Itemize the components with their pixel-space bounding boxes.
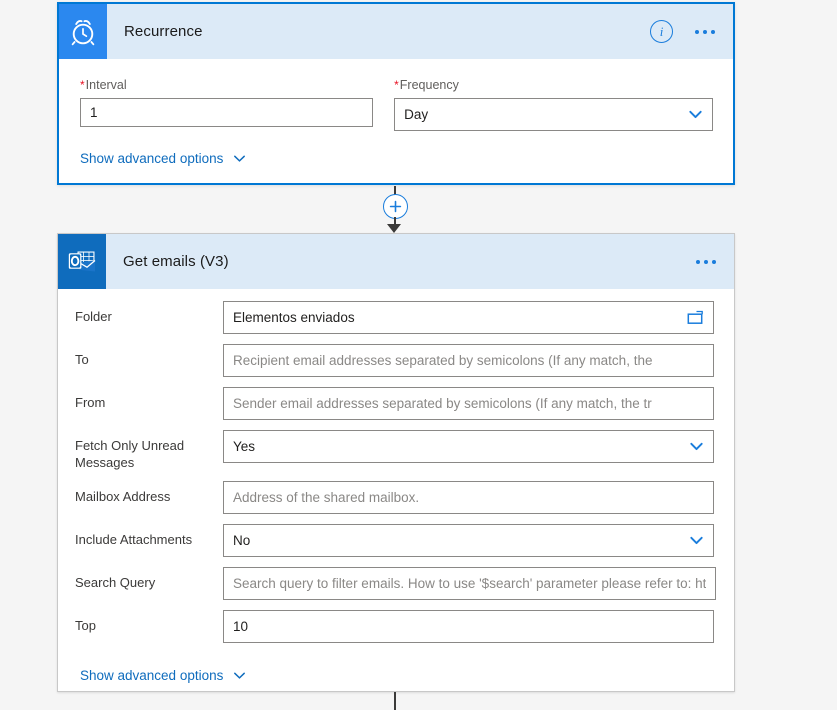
- get-emails-card-header[interactable]: Get emails (V3): [58, 234, 734, 289]
- recurrence-fields-row: *Interval 1 *Frequency Day: [80, 77, 713, 131]
- field-row-include-attachments: Include Attachments No: [58, 524, 734, 557]
- from-placeholder: Sender email addresses separated by semi…: [233, 396, 652, 411]
- get-emails-card-body: Folder Elementos enviados To Recipient e…: [58, 289, 734, 685]
- top-input[interactable]: 10: [223, 610, 714, 643]
- folder-icon[interactable]: [687, 310, 704, 325]
- field-row-top: Top 10: [58, 610, 734, 643]
- recurrence-advanced-label: Show advanced options: [80, 151, 224, 166]
- frequency-value: Day: [404, 107, 429, 122]
- frequency-label: *Frequency: [394, 78, 459, 92]
- frequency-dropdown[interactable]: Day: [394, 98, 713, 131]
- fetch-only-unread-messages-label: Fetch Only Unread Messages: [75, 438, 185, 470]
- mailbox-address-placeholder: Address of the shared mailbox.: [233, 490, 420, 505]
- interval-field-group: *Interval 1: [80, 77, 374, 131]
- from-label: From: [75, 395, 106, 410]
- folder-label: Folder: [75, 309, 112, 324]
- folder-input[interactable]: Elementos enviados: [223, 301, 714, 334]
- include-attachments-dropdown[interactable]: No: [223, 524, 714, 557]
- chevron-down-icon: [689, 533, 704, 548]
- folder-value: Elementos enviados: [233, 310, 355, 325]
- interval-input[interactable]: 1: [80, 98, 374, 127]
- chevron-down-icon: [688, 107, 703, 122]
- chevron-down-icon: [689, 439, 704, 454]
- required-indicator: *: [394, 78, 399, 92]
- mailbox-address-label: Mailbox Address: [75, 489, 171, 504]
- get-emails-advanced-label: Show advanced options: [80, 668, 224, 683]
- connector-arrow-icon: [387, 224, 401, 233]
- to-label: To: [75, 352, 89, 367]
- fetch-only-unread-messages-dropdown[interactable]: Yes: [223, 430, 714, 463]
- interval-value: 1: [90, 105, 98, 120]
- more-options-icon[interactable]: [693, 26, 717, 38]
- outlook-icon: [58, 234, 106, 289]
- get-emails-header-actions: [694, 234, 734, 289]
- field-row-mailbox-address: Mailbox Address Address of the shared ma…: [58, 481, 734, 514]
- recurrence-card-body: *Interval 1 *Frequency Day Show advanced…: [59, 59, 733, 168]
- recurrence-show-advanced-options[interactable]: Show advanced options: [80, 151, 247, 166]
- field-row-fetch-only-unread-messages: Fetch Only Unread Messages Yes: [58, 430, 734, 471]
- get-emails-card[interactable]: Get emails (V3) Folder Elementos enviado…: [57, 233, 735, 692]
- recurrence-card[interactable]: Recurrence i *Interval 1 *Frequency Day …: [57, 2, 735, 185]
- field-row-folder: Folder Elementos enviados: [58, 301, 734, 334]
- recurrence-card-header[interactable]: Recurrence i: [59, 4, 733, 59]
- recurrence-header-actions: i: [650, 4, 733, 59]
- include-attachments-value: No: [233, 533, 251, 548]
- info-icon[interactable]: i: [650, 20, 673, 43]
- frequency-field-group: *Frequency Day: [394, 77, 713, 131]
- search-query-label: Search Query: [75, 575, 156, 590]
- required-indicator: *: [80, 78, 85, 92]
- to-placeholder: Recipient email addresses separated by s…: [233, 353, 653, 368]
- connector-line-below: [394, 692, 396, 710]
- top-label: Top: [75, 618, 96, 633]
- more-options-icon[interactable]: [694, 256, 718, 268]
- field-row-search-query: Search Query Search query to filter emai…: [58, 567, 734, 600]
- include-attachments-label: Include Attachments: [75, 532, 193, 547]
- get-emails-show-advanced-options[interactable]: Show advanced options: [80, 668, 247, 683]
- alarm-clock-icon: [59, 4, 107, 59]
- top-value: 10: [233, 619, 249, 634]
- get-emails-card-title: Get emails (V3): [123, 253, 229, 270]
- from-input[interactable]: Sender email addresses separated by semi…: [223, 387, 714, 420]
- mailbox-address-input[interactable]: Address of the shared mailbox.: [223, 481, 714, 514]
- search-query-placeholder: Search query to filter emails. How to us…: [233, 576, 707, 591]
- interval-label: *Interval: [80, 78, 127, 92]
- chevron-down-icon: [232, 151, 247, 166]
- field-row-to: To Recipient email addresses separated b…: [58, 344, 734, 377]
- recurrence-card-title: Recurrence: [124, 23, 203, 40]
- search-query-input[interactable]: Search query to filter emails. How to us…: [223, 567, 717, 600]
- fetch-only-unread-messages-value: Yes: [233, 439, 256, 454]
- to-input[interactable]: Recipient email addresses separated by s…: [223, 344, 714, 377]
- flow-designer-canvas: Recurrence i *Interval 1 *Frequency Day …: [0, 0, 837, 710]
- add-step-button[interactable]: [383, 194, 408, 219]
- chevron-down-icon: [232, 668, 247, 683]
- field-row-from: From Sender email addresses separated by…: [58, 387, 734, 420]
